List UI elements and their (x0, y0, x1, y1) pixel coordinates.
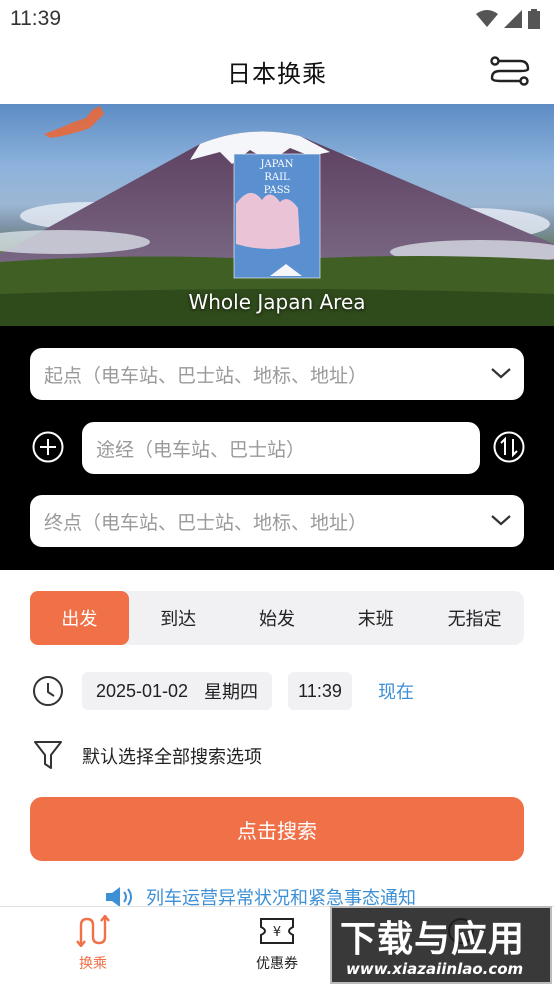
date-picker[interactable]: 2025-01-02 星期四 (82, 672, 272, 710)
wifi-icon (476, 10, 498, 27)
tab-unspecified[interactable]: 无指定 (425, 591, 524, 645)
via-placeholder: 途经（电车站、巴士站） (96, 438, 306, 461)
route-search-panel: 起点（电车站、巴士站、地标、地址） 途经（电车站、巴士站） 终点（电车站、巴士站… (0, 326, 554, 570)
site-watermark: 下载与应用 www.xiazaiinlao.com (330, 906, 552, 984)
destination-input[interactable]: 终点（电车站、巴士站、地标、地址） (30, 495, 524, 547)
nav-coupon-label: 优惠券 (256, 956, 298, 972)
clock-icon (33, 676, 63, 706)
coupon-icon: ¥ (260, 918, 294, 944)
route-menu-icon[interactable] (490, 55, 530, 87)
nav-transfer[interactable]: 换乘 (48, 915, 138, 973)
promo-banner[interactable]: JAPAN RAIL PASS Whole Japan Area (0, 104, 554, 326)
app-header: 日本换乘 (0, 38, 554, 104)
signal-icon (504, 10, 522, 28)
origin-input[interactable]: 起点（电车站、巴士站、地标、地址） (30, 348, 524, 400)
tab-arrival[interactable]: 到达 (129, 591, 228, 645)
svg-text:RAIL: RAIL (264, 172, 290, 183)
watermark-url-text: www.xiazaiinlao.com (346, 960, 524, 978)
time-value: 11:39 (298, 680, 342, 701)
tab-last-train[interactable]: 末班 (326, 591, 425, 645)
tab-first-train[interactable]: 始发 (228, 591, 327, 645)
svg-text:JAPAN: JAPAN (259, 159, 293, 170)
status-icons (476, 9, 540, 29)
origin-placeholder: 起点（电车站、巴士站、地标、地址） (44, 364, 368, 387)
time-type-tabs: 出发 到达 始发 末班 无指定 (30, 591, 524, 645)
status-time: 11:39 (10, 7, 61, 30)
now-button[interactable]: 现在 (378, 678, 414, 704)
chevron-down-icon[interactable] (490, 364, 512, 382)
battery-icon (528, 9, 540, 29)
search-button[interactable]: 点击搜索 (30, 797, 524, 861)
banner-caption: Whole Japan Area (188, 290, 366, 314)
chevron-down-icon[interactable] (490, 511, 512, 529)
svg-text:PASS: PASS (264, 185, 291, 196)
svg-text:¥: ¥ (273, 925, 281, 940)
via-input[interactable]: 途经（电车站、巴士站） (82, 422, 480, 474)
destination-placeholder: 终点（电车站、巴士站、地标、地址） (44, 511, 368, 534)
watermark-main-text: 下载与应用 (340, 919, 526, 960)
page-title: 日本换乘 (227, 59, 327, 88)
add-via-icon[interactable] (32, 431, 64, 463)
time-picker[interactable]: 11:39 (288, 672, 352, 710)
weekday-value: 星期四 (204, 682, 259, 703)
transfer-icon (76, 915, 110, 947)
status-bar: 11:39 (0, 0, 554, 38)
date-value: 2025-01-02 (95, 680, 189, 701)
nav-coupon[interactable]: ¥ 优惠券 (232, 915, 322, 973)
search-options-label[interactable]: 默认选择全部搜索选项 (82, 743, 262, 769)
swap-icon[interactable] (493, 431, 525, 463)
nav-transfer-label: 换乘 (79, 956, 107, 972)
filter-icon[interactable] (33, 739, 63, 771)
tab-departure[interactable]: 出发 (30, 591, 129, 645)
